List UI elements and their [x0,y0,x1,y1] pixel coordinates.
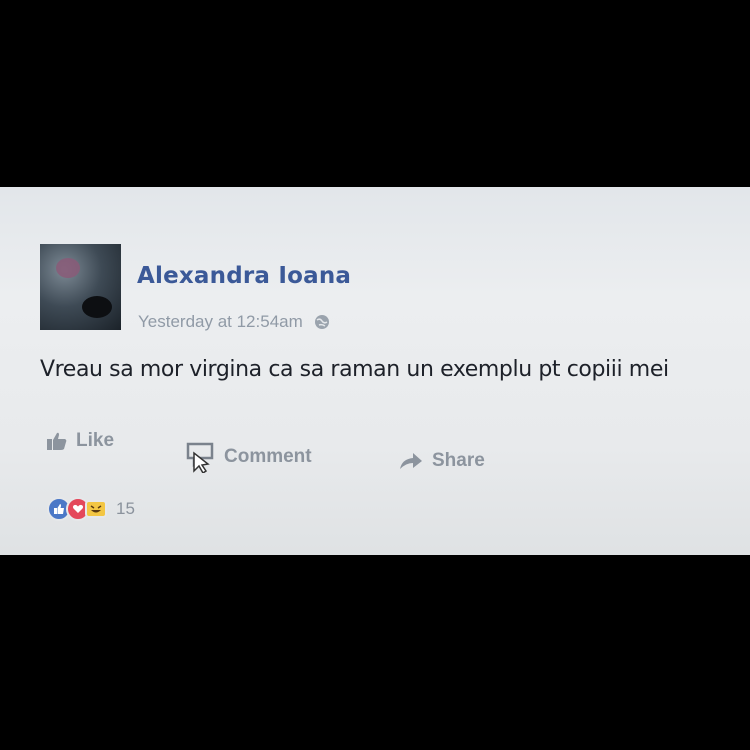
post-meta: Yesterday at 12:54am [138,312,331,332]
haha-reaction-icon [85,500,107,518]
comment-button[interactable]: Comment [186,441,312,473]
comment-icon [186,441,216,473]
action-bar: Like Comment Share [0,425,750,475]
author-name[interactable]: Alexandra Ioana [137,263,351,289]
facebook-post-card: Alexandra Ioana Yesterday at 12:54am Vre… [0,187,750,555]
reaction-count: 15 [116,499,135,518]
reaction-summary[interactable]: 15 [47,497,135,521]
comment-label: Comment [224,446,312,467]
share-button[interactable]: Share [398,450,485,472]
thumbs-up-icon [46,431,68,451]
share-label: Share [432,450,485,471]
like-label: Like [76,430,115,451]
post-text: Vreau sa mor virgina ca sa raman un exem… [40,357,669,382]
avatar[interactable] [40,244,121,330]
globe-icon [313,313,331,331]
timestamp[interactable]: Yesterday at 12:54am [138,312,303,332]
share-arrow-icon [398,451,424,471]
like-button[interactable]: Like [46,430,114,452]
